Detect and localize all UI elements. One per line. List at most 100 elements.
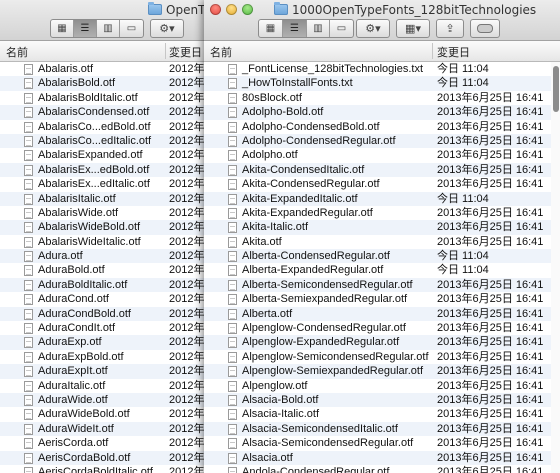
file-row[interactable]: Akita-CondensedItalic.otf 2013年6月25日 16:4…: [204, 162, 560, 178]
column-divider[interactable]: [165, 43, 166, 59]
file-row[interactable]: Adolpho-CondensedRegular.otf 2013年6月25日 1…: [204, 133, 560, 149]
share-button[interactable]: ⇪: [436, 19, 464, 38]
file-row[interactable]: Alberta-SemiexpandedRegular.otf 2013年6月25…: [204, 292, 560, 307]
file-row[interactable]: Alpenglow.otf 2013年6月25日 16:41: [204, 378, 560, 393]
file-row[interactable]: Adolpho-Bold.otf 2013年6月25日 16:41: [204, 105, 560, 120]
file-date: 2013年6月25日 16:41: [437, 379, 544, 392]
scrollbar-thumb[interactable]: [553, 66, 559, 112]
file-row[interactable]: Andola-CondensedRegular.otf 2013年6月25日 16…: [204, 464, 560, 473]
tag-icon: [477, 24, 493, 33]
document-icon: [228, 222, 237, 234]
file-row[interactable]: Akita-Italic.otf 2013年6月25日 16:41: [204, 220, 560, 235]
file-row[interactable]: Alberta-CondensedRegular.otf 今日 11:04: [204, 249, 560, 264]
file-name: Adolpho.otf: [242, 149, 298, 162]
file-name: AduraExp.otf: [38, 336, 102, 349]
file-date: 2012年: [169, 278, 205, 291]
coverflow-view-button[interactable]: ▭: [330, 20, 353, 37]
document-icon: [228, 438, 237, 450]
file-name: AduraBoldItalic.otf: [38, 278, 128, 291]
column-view-button[interactable]: ▥: [97, 20, 120, 37]
date-column-header[interactable]: 変更日: [437, 44, 470, 60]
arrange-icon: ▦: [405, 23, 416, 35]
file-date: 2013年6月25日 16:41: [437, 422, 544, 435]
document-icon: [24, 265, 33, 277]
file-date: 2012年: [169, 379, 205, 392]
file-row[interactable]: Akita-ExpandedItalic.otf 今日 11:04: [204, 191, 560, 206]
file-date: 2013年6月25日 16:41: [437, 322, 544, 335]
file-row[interactable]: Alberta-SemicondensedRegular.otf 2013年6月2…: [204, 277, 560, 293]
list-view-button[interactable]: ☰: [283, 20, 307, 37]
zoom-button[interactable]: [242, 4, 253, 15]
file-date: 2013年6月25日 16:41: [437, 221, 544, 234]
file-date: 2012年: [169, 336, 205, 349]
file-date: 2012年: [169, 77, 205, 90]
scrollbar-track[interactable]: [551, 62, 560, 473]
file-row[interactable]: _FontLicense_128bitTechnologies.txt 今日 11…: [204, 62, 560, 77]
file-row[interactable]: Alpenglow-ExpandedRegular.otf 2013年6月25日 …: [204, 335, 560, 350]
coverflow-view-button[interactable]: ▭: [120, 20, 143, 37]
file-name: Alpenglow-CondensedRegular.otf: [242, 322, 406, 335]
file-date: 2013年6月25日 16:41: [437, 408, 544, 421]
file-row[interactable]: 80sBlock.otf 2013年6月25日 16:41: [204, 90, 560, 106]
file-name: AduraWideIt.otf: [38, 422, 114, 435]
finder-window-front[interactable]: 1000OpenTypeFonts_128bitTechnologies ▦ ☰…: [204, 0, 560, 473]
file-row[interactable]: Akita.otf 2013年6月25日 16:41: [204, 234, 560, 250]
file-row[interactable]: Alsacia.otf 2013年6月25日 16:41: [204, 450, 560, 465]
window-title: 1000OpenTypeFonts_128bitTechnologies: [292, 3, 537, 17]
file-name: AerisCordaBoldItalic.otf: [38, 465, 153, 473]
file-name: Alpenglow-SemiexpandedRegular.otf: [242, 365, 424, 378]
file-name: Adolpho-Bold.otf: [242, 106, 324, 119]
minimize-button[interactable]: [226, 4, 237, 15]
file-row[interactable]: Adolpho.otf 2013年6月25日 16:41: [204, 148, 560, 163]
file-row[interactable]: Alsacia-Bold.otf 2013年6月25日 16:41: [204, 392, 560, 408]
file-row[interactable]: Alpenglow-CondensedRegular.otf 2013年6月25日…: [204, 321, 560, 336]
file-row[interactable]: Alsacia-Italic.otf 2013年6月25日 16:41: [204, 407, 560, 422]
tags-button[interactable]: [470, 19, 500, 38]
list-view-button[interactable]: ☰: [74, 20, 97, 37]
toolbar: ▦ ☰ ▥ ▭ ⚙ ▾ ▦ ▾ ⇪: [204, 18, 560, 38]
file-date: 2012年: [169, 307, 205, 320]
file-list[interactable]: _FontLicense_128bitTechnologies.txt 今日 11…: [204, 62, 560, 473]
document-icon: [24, 380, 33, 392]
file-row[interactable]: Alsacia-SemicondensedRegular.otf 2013年6月2…: [204, 436, 560, 451]
file-row[interactable]: Alberta-ExpandedRegular.otf 今日 11:04: [204, 263, 560, 278]
name-column-header[interactable]: 名前: [210, 44, 232, 60]
document-icon: [24, 308, 33, 320]
file-date: 2012年: [169, 365, 205, 378]
action-menu-button[interactable]: ⚙ ▾: [356, 19, 390, 38]
date-column-header[interactable]: 変更日: [169, 44, 202, 60]
file-row[interactable]: Akita-CondensedRegular.otf 2013年6月25日 16:…: [204, 177, 560, 192]
file-row[interactable]: Alpenglow-SemicondensedRegular.otf 2013年6…: [204, 349, 560, 365]
window-controls: [210, 4, 258, 18]
file-row[interactable]: Alberta.otf 2013年6月25日 16:41: [204, 306, 560, 322]
file-row[interactable]: Adolpho-CondensedBold.otf 2013年6月25日 16:4…: [204, 119, 560, 134]
file-date: 2013年6月25日 16:41: [437, 365, 544, 378]
document-icon: [24, 251, 33, 263]
arrange-menu-button[interactable]: ▦ ▾: [396, 19, 430, 38]
file-row[interactable]: Alpenglow-SemiexpandedRegular.otf 2013年6月…: [204, 364, 560, 379]
icon-view-button[interactable]: ▦: [259, 20, 283, 37]
coverflow-view-icon: ▭: [126, 23, 137, 34]
file-name: AbalarisBold.otf: [38, 77, 116, 90]
column-view-button[interactable]: ▥: [307, 20, 330, 37]
file-date: 2012年: [169, 264, 205, 277]
file-row[interactable]: Akita-ExpandedRegular.otf 2013年6月25日 16:4…: [204, 205, 560, 221]
file-date: 今日 11:04: [437, 77, 489, 90]
file-row[interactable]: Alsacia-SemicondensedItalic.otf 2013年6月25…: [204, 421, 560, 437]
file-date: 2013年6月25日 16:41: [437, 106, 544, 119]
file-name: Alsacia-SemicondensedItalic.otf: [242, 422, 398, 435]
document-icon: [24, 351, 33, 363]
file-name: Adolpho-CondensedRegular.otf: [242, 134, 396, 147]
icon-view-button[interactable]: ▦: [51, 20, 74, 37]
file-date: 今日 11:04: [437, 63, 489, 75]
title-bar[interactable]: 1000OpenTypeFonts_128bitTechnologies ▦ ☰…: [204, 0, 560, 41]
gear-icon: ⚙: [365, 23, 376, 35]
action-menu-button[interactable]: ⚙ ▾: [150, 19, 184, 38]
close-button[interactable]: [210, 4, 221, 15]
file-row[interactable]: _HowToInstallFonts.txt 今日 11:04: [204, 76, 560, 91]
document-icon: [228, 164, 237, 176]
column-divider[interactable]: [432, 43, 433, 59]
document-icon: [24, 438, 33, 450]
gear-icon: ⚙: [159, 23, 170, 35]
name-column-header[interactable]: 名前: [6, 44, 28, 60]
